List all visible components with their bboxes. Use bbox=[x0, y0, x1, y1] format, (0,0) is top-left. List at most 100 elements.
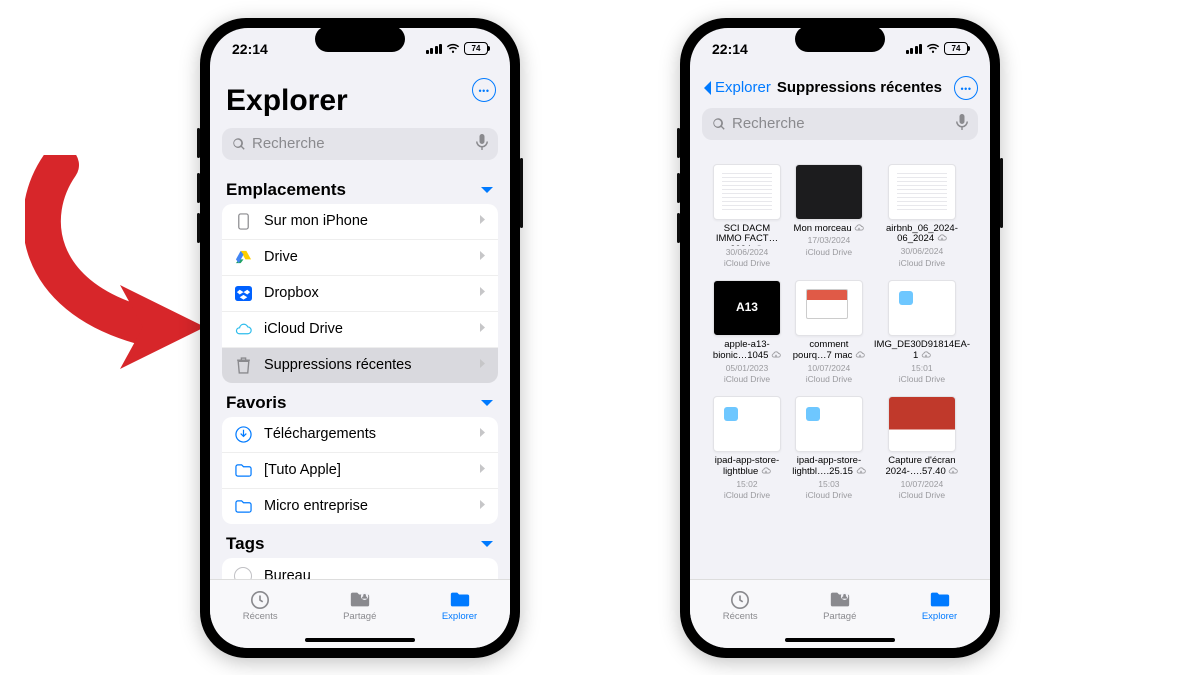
wifi-icon bbox=[926, 43, 940, 55]
cloud-download-icon bbox=[855, 350, 865, 361]
more-button[interactable] bbox=[472, 78, 496, 102]
tab-recents[interactable]: Récents bbox=[723, 590, 758, 622]
file-item[interactable]: Capture d'écran 2024-….57.40 10/07/2024i… bbox=[872, 396, 972, 500]
cloud-download-icon bbox=[937, 233, 947, 244]
signal-icon bbox=[426, 44, 443, 54]
google-drive-icon bbox=[234, 249, 252, 266]
row-tuto-apple[interactable]: [Tuto Apple] bbox=[222, 453, 498, 489]
mic-icon bbox=[476, 134, 488, 154]
file-name: Capture d'écran 2024-….57.40 bbox=[872, 456, 972, 478]
folder-icon bbox=[929, 590, 951, 610]
file-thumbnail bbox=[888, 280, 956, 336]
search-field[interactable]: Recherche bbox=[702, 108, 978, 140]
tag-dot-icon bbox=[234, 567, 252, 579]
tab-recents[interactable]: Récents bbox=[243, 590, 278, 622]
file-date: 15:02 bbox=[736, 479, 757, 489]
file-date: 15:01 bbox=[911, 363, 932, 373]
search-icon bbox=[232, 137, 246, 151]
favorites-list: Téléchargements [Tuto Apple] Micro entre… bbox=[222, 417, 498, 524]
file-name: Mon morceau bbox=[792, 224, 867, 235]
section-favorites-header[interactable]: Favoris bbox=[222, 383, 498, 417]
locations-list: Sur mon iPhone Drive Dropbox iCloud Driv… bbox=[222, 204, 498, 383]
tab-browse[interactable]: Explorer bbox=[442, 590, 477, 622]
row-drive[interactable]: Drive bbox=[222, 240, 498, 276]
file-item[interactable]: ipad-app-store-lightblue 15:02iCloud Dri… bbox=[708, 396, 786, 500]
file-location: iCloud Drive bbox=[899, 490, 945, 500]
file-location: iCloud Drive bbox=[724, 258, 770, 268]
dynamic-island bbox=[315, 26, 405, 52]
ellipsis-icon bbox=[961, 80, 972, 95]
status-time: 22:14 bbox=[712, 41, 748, 57]
search-icon bbox=[712, 117, 726, 131]
file-item[interactable]: IMG_DE30D91814EA-1 15:01iCloud Drive bbox=[872, 280, 972, 384]
file-thumbnail bbox=[888, 164, 956, 220]
clock-icon bbox=[729, 590, 751, 610]
search-placeholder: Recherche bbox=[252, 135, 325, 152]
tags-list: Bureau impôts Départ bbox=[222, 558, 498, 579]
file-location: iCloud Drive bbox=[724, 374, 770, 384]
chevron-right-icon bbox=[479, 285, 486, 301]
file-date: 17/03/2024 bbox=[808, 235, 851, 245]
chevron-right-icon bbox=[479, 249, 486, 265]
file-item[interactable]: Mon morceau 17/03/2024 iCloud Drive bbox=[790, 164, 868, 268]
dropbox-icon bbox=[234, 285, 252, 302]
file-location: iCloud Drive bbox=[724, 490, 770, 500]
file-location: iCloud Drive bbox=[899, 258, 945, 268]
chevron-right-icon bbox=[479, 426, 486, 442]
trash-icon bbox=[234, 357, 252, 374]
status-time: 22:14 bbox=[232, 41, 268, 57]
file-item[interactable]: airbnb_06_2024-06_2024 30/06/2024 iCloud … bbox=[872, 164, 972, 268]
nav-title: Suppressions récentes bbox=[777, 79, 942, 96]
chevron-down-icon bbox=[480, 180, 494, 200]
file-location: iCloud Drive bbox=[899, 374, 945, 384]
file-name: IMG_DE30D91814EA-1 bbox=[872, 340, 972, 362]
file-thumbnail bbox=[713, 164, 781, 220]
row-downloads[interactable]: Téléchargements bbox=[222, 417, 498, 453]
row-dropbox[interactable]: Dropbox bbox=[222, 276, 498, 312]
chevron-right-icon bbox=[479, 321, 486, 337]
row-icloud-drive[interactable]: iCloud Drive bbox=[222, 312, 498, 348]
file-item[interactable]: comment pourq…7 mac 10/07/2024iCloud Dri… bbox=[790, 280, 868, 384]
tab-browse[interactable]: Explorer bbox=[922, 590, 957, 622]
file-thumbnail bbox=[795, 280, 863, 336]
dynamic-island bbox=[795, 26, 885, 52]
file-item[interactable]: SCI DACM IMMO FACT…2024 30/06/2024iCloud… bbox=[708, 164, 786, 268]
file-item[interactable]: A13apple-a13-bionic…1045 05/01/2023iClou… bbox=[708, 280, 786, 384]
row-recently-deleted[interactable]: Suppressions récentes bbox=[222, 348, 498, 383]
shared-folder-icon bbox=[829, 590, 851, 610]
cloud-download-icon bbox=[771, 350, 781, 361]
row-micro-entreprise[interactable]: Micro entreprise bbox=[222, 489, 498, 524]
chevron-down-icon bbox=[480, 534, 494, 554]
file-date: 30/06/2024 bbox=[726, 247, 769, 257]
chevron-left-icon bbox=[702, 80, 713, 96]
tab-shared[interactable]: Partagé bbox=[343, 590, 376, 622]
file-item[interactable]: ipad-app-store-lightbl….25.15 15:03iClou… bbox=[790, 396, 868, 500]
chevron-right-icon bbox=[479, 213, 486, 229]
more-button[interactable] bbox=[954, 76, 978, 100]
file-name: comment pourq…7 mac bbox=[790, 340, 868, 362]
annotation-arrow bbox=[25, 155, 215, 375]
row-tag-bureau[interactable]: Bureau bbox=[222, 558, 498, 579]
file-name: airbnb_06_2024-06_2024 bbox=[872, 224, 972, 246]
search-field[interactable]: Recherche bbox=[222, 128, 498, 160]
cloud-download-icon bbox=[854, 224, 864, 234]
cloud-download-icon bbox=[856, 466, 866, 477]
file-date: 30/06/2024 bbox=[901, 246, 944, 256]
section-tags-header[interactable]: Tags bbox=[222, 524, 498, 558]
signal-icon bbox=[906, 44, 923, 54]
file-location: iCloud Drive bbox=[806, 247, 852, 257]
section-locations-header[interactable]: Emplacements bbox=[222, 170, 498, 204]
file-thumbnail bbox=[795, 164, 863, 220]
file-date: 05/01/2023 bbox=[726, 363, 769, 373]
file-name: ipad-app-store-lightblue bbox=[708, 456, 786, 478]
page-title: Explorer bbox=[210, 70, 510, 124]
cloud-icon bbox=[234, 321, 252, 338]
cloud-download-icon bbox=[761, 466, 771, 477]
file-location: iCloud Drive bbox=[806, 490, 852, 500]
phone-frame-left: 22:14 74 Explorer Recherche Emplacements bbox=[200, 18, 520, 658]
tab-shared[interactable]: Partagé bbox=[823, 590, 856, 622]
back-button[interactable]: Explorer bbox=[702, 79, 771, 96]
file-date: 15:03 bbox=[818, 479, 839, 489]
row-on-my-iphone[interactable]: Sur mon iPhone bbox=[222, 204, 498, 240]
folder-icon bbox=[449, 590, 471, 610]
